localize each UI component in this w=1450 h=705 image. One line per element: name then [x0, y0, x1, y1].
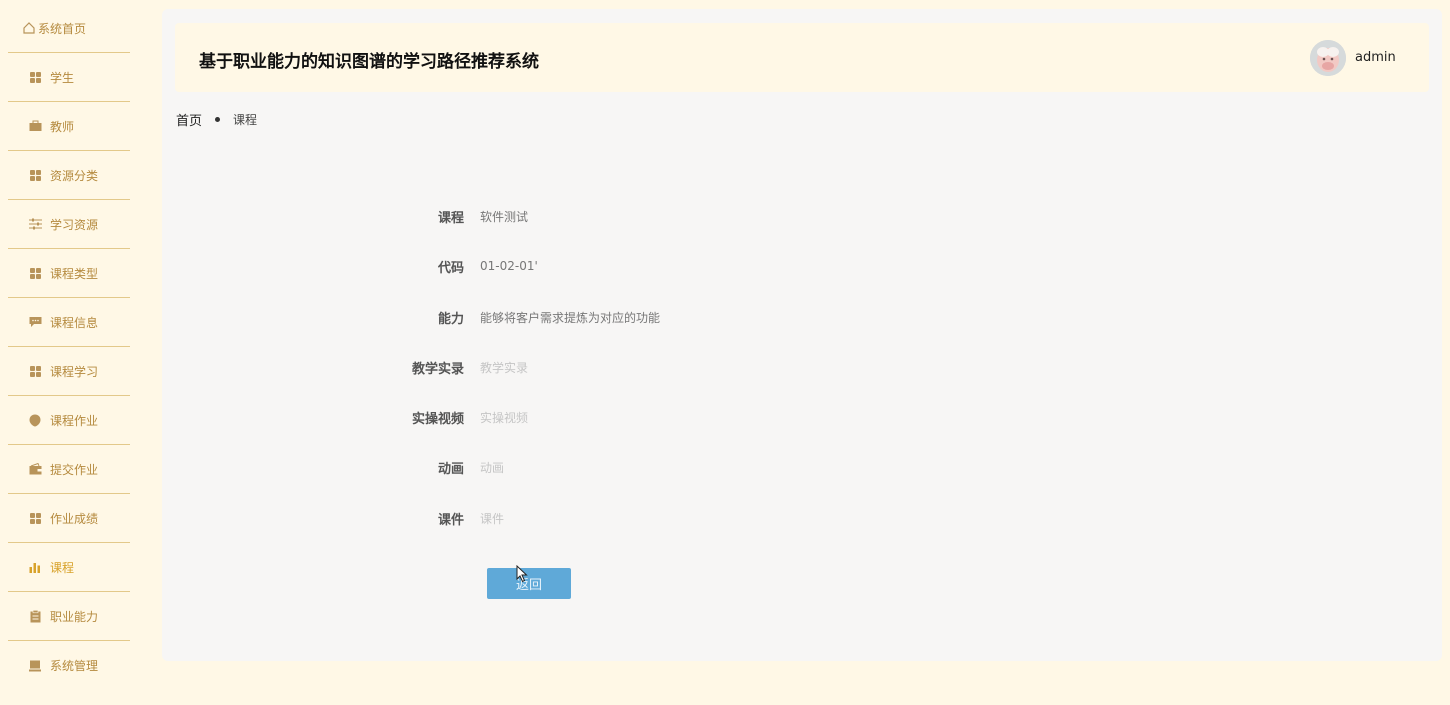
form-label: 实操视频	[411, 411, 464, 427]
mouse-cursor-icon	[516, 565, 528, 583]
form-label: 课件	[437, 512, 464, 528]
shield-icon	[28, 413, 42, 427]
form-value: 教学实录	[480, 360, 529, 375]
sidebar-item-label: 提交作业	[50, 462, 99, 477]
sidebar-item-course-type[interactable]: 课程类型	[8, 249, 130, 298]
monitor-icon	[28, 659, 42, 673]
sidebar-item-label: 系统管理	[50, 659, 99, 673]
sidebar-item-teachers[interactable]: 教师	[8, 102, 130, 151]
back-button[interactable]: 返回	[487, 568, 571, 599]
sidebar-item-label: 教师	[50, 119, 75, 134]
breadcrumb-separator-icon	[215, 117, 221, 122]
sidebar-item-resource-category[interactable]: 资源分类	[8, 151, 130, 200]
sidebar-item-label: 课程作业	[50, 413, 99, 428]
sidebar-item-label: 学习资源	[50, 217, 99, 232]
avatar[interactable]	[1310, 40, 1346, 76]
sidebar-item-course-info[interactable]: 课程信息	[8, 298, 130, 347]
form-row-course: 课程 软件测试	[380, 206, 1080, 226]
sidebar: 系统首页 学生 教师 资源分类 学习资源 课程类型 课程信息 课程学习 课程作业…	[0, 0, 140, 705]
breadcrumb: 首页 课程	[176, 110, 257, 129]
wallet-icon	[28, 462, 42, 476]
grid-icon	[28, 364, 42, 378]
page-title: 基于职业能力的知识图谱的学习路径推荐系统	[199, 52, 539, 72]
sidebar-item-system-management[interactable]: 系统管理	[8, 641, 130, 690]
form-row-animation: 动画 动画	[380, 457, 1080, 477]
sidebar-item-label: 课程学习	[50, 364, 99, 379]
sidebar-item-students[interactable]: 学生	[8, 53, 130, 102]
sidebar-item-label: 资源分类	[50, 168, 99, 183]
sidebar-item-label: 课程信息	[50, 315, 99, 330]
form-row-code: 代码 01-02-01'	[380, 256, 1080, 276]
form-label: 教学实录	[411, 361, 464, 377]
header: 基于职业能力的知识图谱的学习路径推荐系统 admin	[175, 23, 1429, 92]
sidebar-item-label: 课程类型	[50, 266, 99, 281]
sidebar-item-label: 系统首页	[38, 21, 87, 36]
form-value: 课件	[480, 511, 505, 526]
main-panel	[162, 9, 1442, 661]
breadcrumb-home[interactable]: 首页	[176, 110, 202, 129]
sidebar-item-course[interactable]: 课程	[8, 543, 130, 592]
sidebar-item-label: 职业能力	[50, 609, 99, 624]
sidebar-item-label: 学生	[50, 70, 75, 85]
grid-icon	[28, 511, 42, 525]
briefcase-icon	[28, 119, 42, 133]
form-label: 能力	[437, 311, 464, 327]
form-value: 01-02-01'	[480, 259, 538, 273]
sidebar-item-learning-resources[interactable]: 学习资源	[8, 200, 130, 249]
sidebar-item-homework-grades[interactable]: 作业成绩	[8, 494, 130, 543]
username[interactable]: admin	[1355, 50, 1396, 65]
form-value: 能够将客户需求提炼为对应的功能	[480, 310, 661, 325]
sidebar-item-course-homework[interactable]: 课程作业	[8, 396, 130, 445]
form-label: 代码	[437, 260, 464, 276]
bar-chart-icon	[28, 560, 42, 574]
form-label: 动画	[437, 461, 464, 477]
form-row-teaching-record: 教学实录 教学实录	[380, 357, 1080, 377]
form-row-courseware: 课件 课件	[380, 508, 1080, 528]
sidebar-item-home[interactable]: 系统首页	[8, 4, 130, 53]
breadcrumb-current: 课程	[233, 113, 258, 127]
home-icon	[22, 21, 36, 35]
grid-icon	[28, 70, 42, 84]
grid-icon	[28, 168, 42, 182]
grid-icon	[28, 266, 42, 280]
sliders-icon	[28, 217, 42, 231]
form-row-practice-video: 实操视频 实操视频	[380, 407, 1080, 427]
form-value: 软件测试	[480, 209, 529, 224]
form-value: 动画	[480, 460, 505, 475]
form-value: 实操视频	[480, 410, 529, 425]
sidebar-item-vocational-ability[interactable]: 职业能力	[8, 592, 130, 641]
message-icon	[28, 315, 42, 329]
form-row-ability: 能力 能够将客户需求提炼为对应的功能	[380, 307, 1080, 327]
sidebar-item-submit-homework[interactable]: 提交作业	[8, 445, 130, 494]
sidebar-item-label: 作业成绩	[50, 511, 99, 526]
form-label: 课程	[437, 210, 464, 226]
clipboard-icon	[28, 609, 42, 623]
sidebar-item-course-study[interactable]: 课程学习	[8, 347, 130, 396]
sidebar-item-label: 课程	[50, 560, 75, 575]
